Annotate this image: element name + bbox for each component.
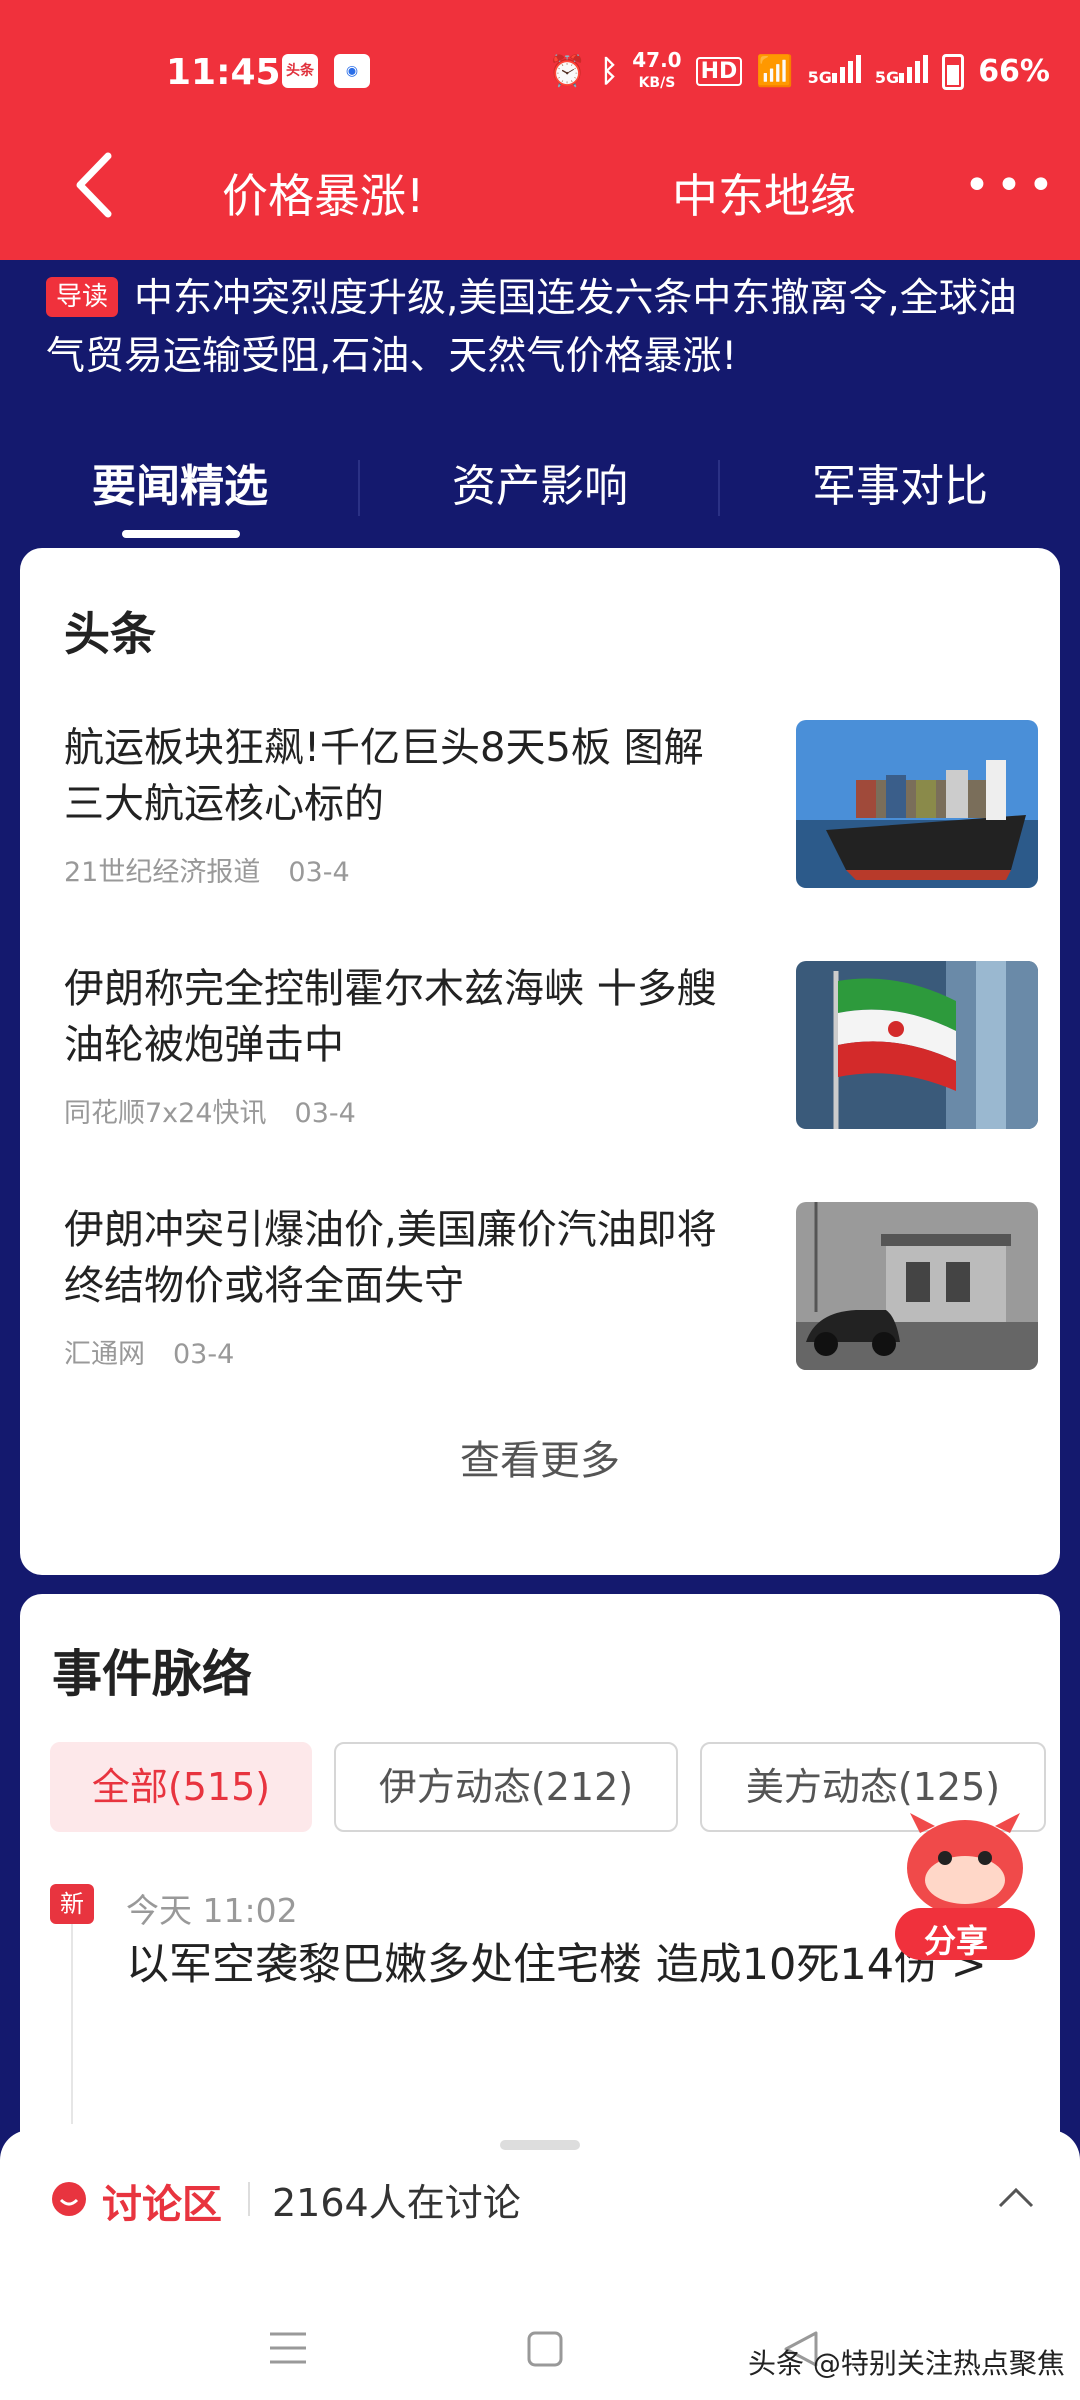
news-title: 伊朗冲突引爆油价,美国廉价汽油即将终结物价或将全面失守 xyxy=(64,1207,717,1309)
gas-station-image xyxy=(796,1202,1038,1370)
lead-text: 中东冲突烈度升级,美国连发六条中东撤离令,全球油气贸易运输受阻,石油、天然气价格… xyxy=(46,276,1017,379)
tab-military-compare[interactable]: 军事对比 xyxy=(720,450,1080,514)
timeline-line xyxy=(71,1924,73,2124)
active-tab-indicator xyxy=(122,530,240,538)
divider xyxy=(248,2182,250,2216)
events-title: 事件脉络 xyxy=(52,1645,252,1703)
share-button[interactable]: 分享 xyxy=(880,1808,1050,1968)
news-title: 航运板块狂飙!千亿巨头8天5板 图解三大航运核心标的 xyxy=(64,725,704,827)
signal-icon-2: 5G xyxy=(875,53,929,91)
share-label: 分享 xyxy=(924,1922,989,1960)
cargo-ship-image xyxy=(796,720,1038,888)
news-title: 伊朗称完全控制霍尔木兹海峡 十多艘油轮被炮弹击中 xyxy=(64,966,717,1068)
signal-icon: 5G xyxy=(808,53,861,91)
battery-icon xyxy=(942,53,965,90)
lead-tag: 导读 xyxy=(46,277,119,317)
hd-icon: HD xyxy=(695,57,743,86)
lead-summary: 导读 中东冲突烈度升级,美国连发六条中东撤离令,全球油气贸易运输受阻,石油、天然气… xyxy=(46,270,1046,386)
bluetooth-icon: ᛒ xyxy=(600,54,619,89)
baidu-app-icon: ◉ xyxy=(334,54,370,88)
alarm-icon: ⏰ xyxy=(548,54,587,89)
tab-asset-impact[interactable]: 资产影响 xyxy=(360,450,720,514)
chevron-up-icon[interactable] xyxy=(996,2182,1036,2212)
new-badge: 新 xyxy=(50,1884,94,1924)
discussion-label[interactable]: 讨论区 xyxy=(102,2172,222,2230)
more-menu-button[interactable]: ••• xyxy=(964,160,1060,211)
news-item[interactable]: 航运板块狂飙!千亿巨头8天5板 图解三大航运核心标的 21世纪经济报道 03-4 xyxy=(64,720,1038,920)
wifi-icon: 📶 xyxy=(756,54,794,89)
home-icon[interactable] xyxy=(526,2330,564,2368)
headlines-title: 头条 xyxy=(64,607,156,661)
header-title-left: 价格暴涨! xyxy=(222,169,425,223)
tab-bar: 要闻精选 资产影响 军事对比 xyxy=(0,430,1080,540)
top-bar: 11:45 头条 ◉ ⏰ ᛒ 47.0 KB/S HD 📶 5G 5G 66% 价… xyxy=(0,0,1080,260)
status-icons: ⏰ ᛒ 47.0 KB/S HD 📶 5G 5G 66% xyxy=(549,50,1050,93)
tab-key-news[interactable]: 要闻精选 xyxy=(0,450,360,514)
headlines-card: 头条 航运板块狂飙!千亿巨头8天5板 图解三大航运核心标的 21世纪经济报道 03… xyxy=(20,548,1060,1575)
news-item[interactable]: 伊朗称完全控制霍尔木兹海峡 十多艘油轮被炮弹击中 同花顺7x24快讯 03-4 xyxy=(64,961,1038,1161)
filter-iran[interactable]: 伊方动态(212) xyxy=(334,1742,678,1832)
battery-level: 66% xyxy=(978,54,1050,89)
status-time: 11:45 xyxy=(166,52,281,93)
discussion-panel: 讨论区 2164人在讨论 头条 @特别关注热点聚焦 xyxy=(0,2130,1080,2400)
back-button[interactable] xyxy=(70,150,130,220)
chat-bubble-icon xyxy=(52,2182,86,2216)
drag-handle[interactable] xyxy=(500,2140,580,2150)
discussion-count: 2164人在讨论 xyxy=(272,2181,521,2225)
watermark-text: 头条 @特别关注热点聚焦 xyxy=(748,2347,1065,2380)
news-meta: 21世纪经济报道 03-4 xyxy=(64,857,350,888)
view-more-link[interactable]: 查看更多 xyxy=(20,1428,1060,1486)
net-speed: 47.0 KB/S xyxy=(632,48,682,91)
event-time: 今天 11:02 xyxy=(126,1891,298,1930)
chevron-left-icon xyxy=(76,152,112,218)
header-title-right: 中东地缘 xyxy=(672,169,856,223)
filter-all[interactable]: 全部(515) xyxy=(50,1742,312,1832)
news-meta: 同花顺7x24快讯 03-4 xyxy=(64,1098,356,1129)
menu-icon[interactable] xyxy=(268,2330,308,2366)
page-header: 价格暴涨! 中东地缘 ••• xyxy=(0,130,1080,250)
toutiao-app-icon: 头条 xyxy=(282,54,318,88)
news-meta: 汇通网 03-4 xyxy=(64,1339,235,1370)
iran-flag-image xyxy=(796,961,1038,1129)
news-item[interactable]: 伊朗冲突引爆油价,美国廉价汽油即将终结物价或将全面失守 汇通网 03-4 xyxy=(64,1202,1038,1402)
status-bar: 11:45 头条 ◉ ⏰ ᛒ 47.0 KB/S HD 📶 5G 5G 66% xyxy=(0,40,1080,100)
